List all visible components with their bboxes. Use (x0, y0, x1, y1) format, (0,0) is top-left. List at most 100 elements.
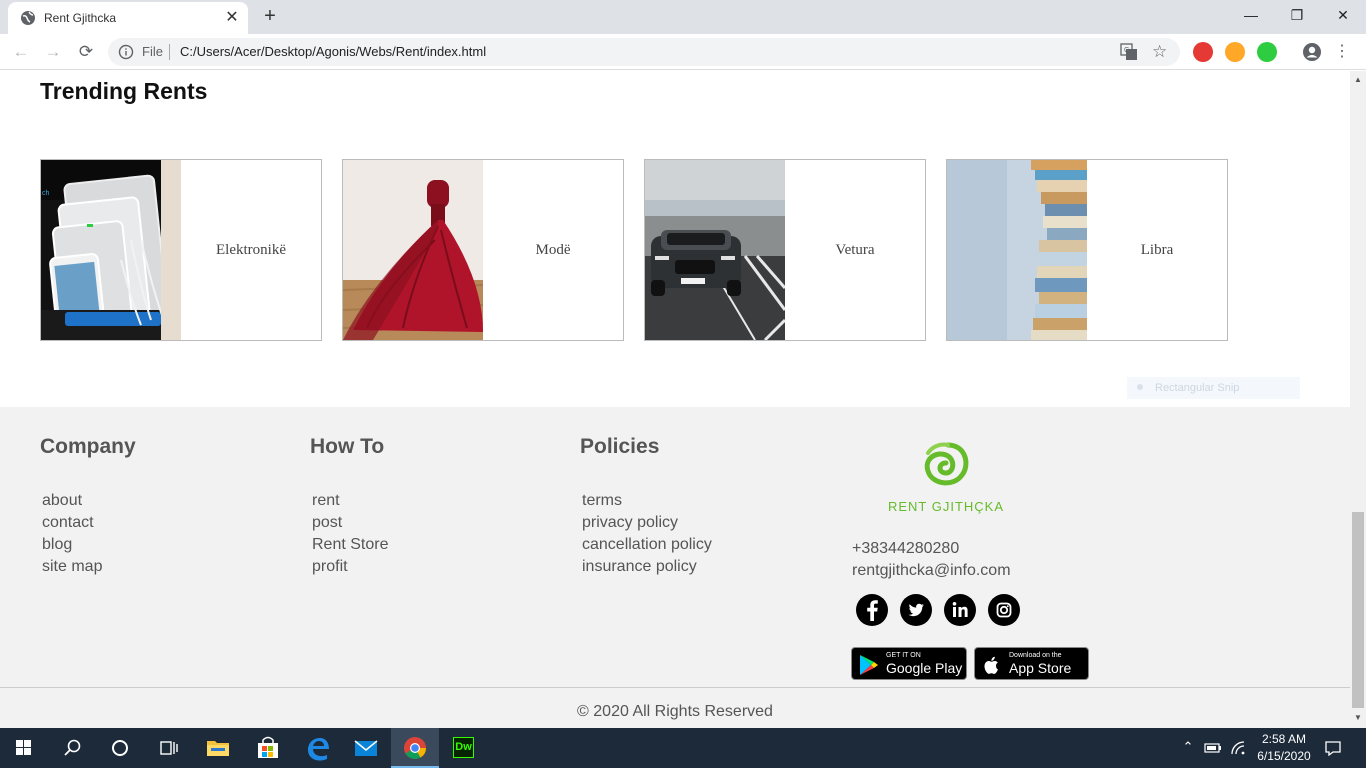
green-extension-icon[interactable] (1257, 42, 1277, 62)
copyright-text: © 2020 All Rights Reserved (577, 703, 773, 720)
category-label: Libra (1140, 242, 1174, 258)
google-play-label: Google Play (886, 660, 963, 676)
svg-text:G: G (1124, 47, 1129, 54)
chrome-icon (404, 737, 426, 759)
dreamweaver-icon: Dw (453, 737, 474, 758)
edge-button[interactable] (294, 728, 342, 768)
minimize-button[interactable]: — (1228, 0, 1274, 30)
store-bag-icon (258, 736, 278, 758)
footer-column-company: Company about contact blog site map (40, 435, 136, 578)
footer-divider (0, 687, 1350, 688)
suv-on-road-image (645, 160, 785, 340)
footer-column-policies: Policies terms privacy policy cancellati… (580, 435, 712, 578)
mail-icon (354, 740, 378, 756)
translate-icon[interactable]: G (1120, 43, 1138, 61)
red-extension-icon[interactable] (1193, 42, 1213, 62)
footer-link-about[interactable]: about (42, 490, 136, 512)
task-view-button[interactable] (144, 728, 192, 768)
phone-number[interactable]: +38344280280 (852, 538, 1011, 560)
microsoft-store-button[interactable] (244, 728, 292, 768)
footer-link-profit[interactable]: profit (312, 556, 388, 578)
svg-text:ch: ch (42, 190, 50, 197)
facebook-icon[interactable] (856, 594, 888, 626)
mail-button[interactable] (342, 728, 390, 768)
start-button[interactable] (0, 728, 48, 768)
file-explorer-button[interactable] (194, 728, 242, 768)
app-store-button[interactable]: Download on the App Store (974, 647, 1089, 680)
globe-icon (21, 11, 35, 25)
snip-dot-icon (1137, 384, 1143, 390)
app-store-small-label: Download on the (1009, 652, 1062, 659)
tab-title: Rent Gjithcka (44, 11, 117, 25)
page-viewport: Trending Rents ch Elektronikë Modë Vetur… (0, 71, 1350, 728)
search-button[interactable] (48, 728, 96, 768)
category-label: Elektronikë (216, 242, 286, 258)
footer-link-site-map[interactable]: site map (42, 556, 136, 578)
show-hidden-icons-icon[interactable]: ⌃ (1180, 739, 1196, 755)
category-card-elektronike[interactable]: ch Elektronikë (40, 159, 322, 341)
spiral-logo-icon (924, 442, 969, 486)
task-view-icon (160, 741, 178, 755)
back-button[interactable]: ← (8, 39, 34, 65)
twitter-icon[interactable] (900, 594, 932, 626)
google-play-button[interactable]: GET IT ON Google Play (851, 647, 967, 680)
bookmark-star-icon[interactable]: ☆ (1152, 41, 1167, 63)
footer-link-post[interactable]: post (312, 512, 388, 534)
edge-icon (308, 738, 329, 761)
footer-heading: Policies (580, 435, 660, 458)
browser-menu-button[interactable]: ⋮ (1332, 40, 1352, 64)
restore-button[interactable]: ❐ (1274, 0, 1320, 30)
footer-link-terms[interactable]: terms (582, 490, 712, 512)
instagram-icon[interactable] (988, 594, 1020, 626)
footer-link-rent[interactable]: rent (312, 490, 388, 512)
snip-label: Rectangular Snip (1155, 382, 1240, 394)
category-card-mode[interactable]: Modë (342, 159, 624, 341)
category-card-libra[interactable]: Libra (946, 159, 1228, 341)
info-icon[interactable] (118, 44, 134, 60)
window-close-button[interactable]: ✕ (1320, 0, 1366, 30)
dreamweaver-button[interactable]: Dw (439, 728, 487, 768)
footer-heading: Company (40, 435, 136, 458)
footer-link-privacy-policy[interactable]: privacy policy (582, 512, 712, 534)
snip-overlay: Rectangular Snip (1127, 377, 1300, 399)
new-tab-button[interactable]: + (258, 4, 282, 28)
cortana-button[interactable] (96, 728, 144, 768)
tab-close-button[interactable]: ✕ (222, 8, 242, 28)
footer-link-insurance-policy[interactable]: insurance policy (582, 556, 712, 578)
stack-of-books-image (947, 160, 1087, 340)
address-url[interactable]: C:/Users/Acer/Desktop/Agonis/Webs/Rent/i… (180, 44, 486, 60)
reload-button[interactable]: ⟳ (73, 39, 99, 65)
page-scrollbar[interactable]: ▲ ▼ (1350, 71, 1366, 728)
battery-icon[interactable] (1204, 741, 1222, 755)
scroll-down-arrow-icon[interactable]: ▼ (1354, 713, 1362, 722)
clock-date[interactable]: 6/15/2020 (1252, 749, 1316, 763)
google-play-small-label: GET IT ON (886, 652, 921, 659)
footer-brand[interactable]: RENT GJITHÇKA (884, 441, 1008, 517)
folder-icon (207, 741, 229, 756)
section-title: Trending Rents (40, 78, 208, 104)
category-card-vetura[interactable]: Vetura (644, 159, 926, 341)
chrome-button[interactable] (391, 728, 439, 768)
browser-tab[interactable]: Rent Gjithcka ✕ (8, 2, 248, 34)
scroll-up-arrow-icon[interactable]: ▲ (1354, 75, 1362, 84)
search-icon (64, 739, 81, 756)
notifications-icon[interactable] (1324, 739, 1342, 757)
forward-button[interactable]: → (40, 39, 66, 65)
profile-icon[interactable] (1302, 42, 1322, 62)
contact-info: +38344280280 rentgjithcka@info.com (852, 538, 1011, 582)
footer-link-blog[interactable]: blog (42, 534, 136, 556)
footer-link-contact[interactable]: contact (42, 512, 136, 534)
footer-link-cancellation-policy[interactable]: cancellation policy (582, 534, 712, 556)
footer-link-rent-store[interactable]: Rent Store (312, 534, 388, 556)
wifi-icon[interactable] (1230, 740, 1246, 756)
scrollbar-thumb[interactable] (1352, 512, 1364, 708)
address-bar[interactable]: File C:/Users/Acer/Desktop/Agonis/Webs/R… (108, 38, 1180, 66)
linkedin-icon[interactable] (944, 594, 976, 626)
app-store-label: App Store (1009, 660, 1072, 676)
cortana-icon (112, 740, 128, 756)
clock-time[interactable]: 2:58 AM (1252, 732, 1316, 746)
email-address[interactable]: rentgjithcka@info.com (852, 560, 1011, 582)
category-label: Modë (535, 242, 571, 258)
google-play-icon (860, 655, 878, 675)
orange-extension-icon[interactable] (1225, 42, 1245, 62)
